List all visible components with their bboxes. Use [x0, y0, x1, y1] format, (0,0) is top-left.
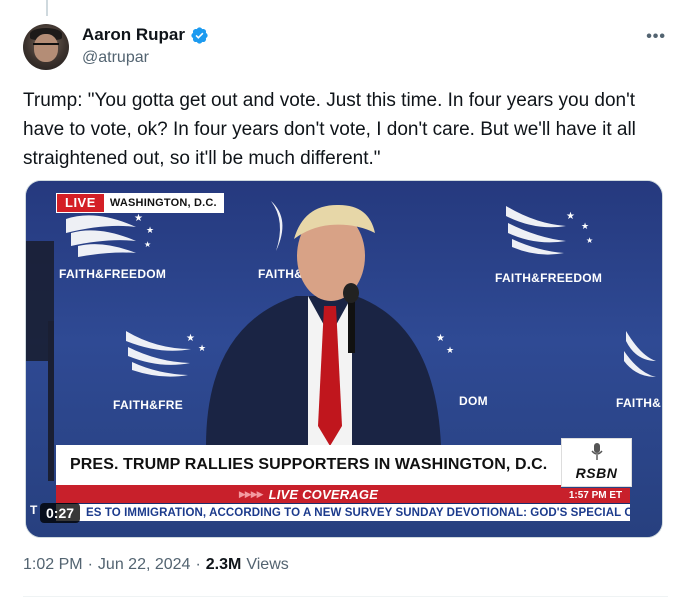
ticker-text: ES TO IMMIGRATION, ACCORDING TO A NEW SU…	[86, 506, 630, 519]
thread-connector-line	[46, 0, 48, 16]
author-display-name[interactable]: Aaron Rupar	[82, 25, 185, 45]
author-handle[interactable]: @atrupar	[82, 49, 149, 67]
rsbn-network-logo: RSBN	[561, 438, 632, 487]
views-count: 2.3M	[205, 556, 242, 573]
tweet-time[interactable]: 1:02 PM	[23, 556, 83, 574]
headline-text: PRES. TRUMP RALLIES SUPPORTERS IN WASHIN…	[70, 456, 548, 473]
meta-separator: ·	[87, 556, 93, 573]
more-options-icon[interactable]: •••	[646, 28, 666, 46]
divider	[23, 596, 668, 597]
live-coverage-bar: ▶▶▶▶ LIVE COVERAGE	[56, 485, 561, 503]
coverage-arrows-icon: ▶▶▶▶	[238, 488, 264, 499]
microphone-icon	[590, 443, 603, 460]
broadcast-time: 1:57 PM ET	[561, 488, 630, 503]
live-indicator: LIVE WASHINGTON, D.C.	[56, 193, 224, 213]
live-coverage-text: LIVE COVERAGE	[268, 486, 379, 502]
views-label: Views	[246, 556, 289, 573]
verified-badge-icon	[191, 26, 208, 44]
video-duration-badge: 0:27	[40, 503, 81, 523]
news-ticker: ES TO IMMIGRATION, ACCORDING TO A NEW SU…	[56, 503, 630, 521]
avatar-glasses	[33, 43, 59, 51]
meta-separator: ·	[195, 556, 201, 573]
video-player[interactable]: ★ ★ ★ ★ ★ ★ ★ ★ ★ ★ FAITH&FREEDOM FAITH& FAITH…	[25, 180, 663, 538]
live-location: WASHINGTON, D.C.	[109, 197, 217, 209]
tweet-text: Trump: "You gotta get out and vote. Just…	[23, 90, 636, 169]
rsbn-text: RSBN	[575, 465, 618, 481]
tweet-meta-row: 1:02 PM · Jun 22, 2024 · 2.3M Views	[23, 556, 289, 574]
author-avatar[interactable]	[23, 24, 69, 70]
tweet-date[interactable]: Jun 22, 2024	[98, 556, 191, 574]
author-name-row: Aaron Rupar	[82, 25, 209, 45]
ticker-lead-letter: T	[30, 503, 38, 517]
headline-lower-third: PRES. TRUMP RALLIES SUPPORTERS IN WASHIN…	[56, 445, 561, 485]
live-tag: LIVE	[57, 194, 104, 212]
